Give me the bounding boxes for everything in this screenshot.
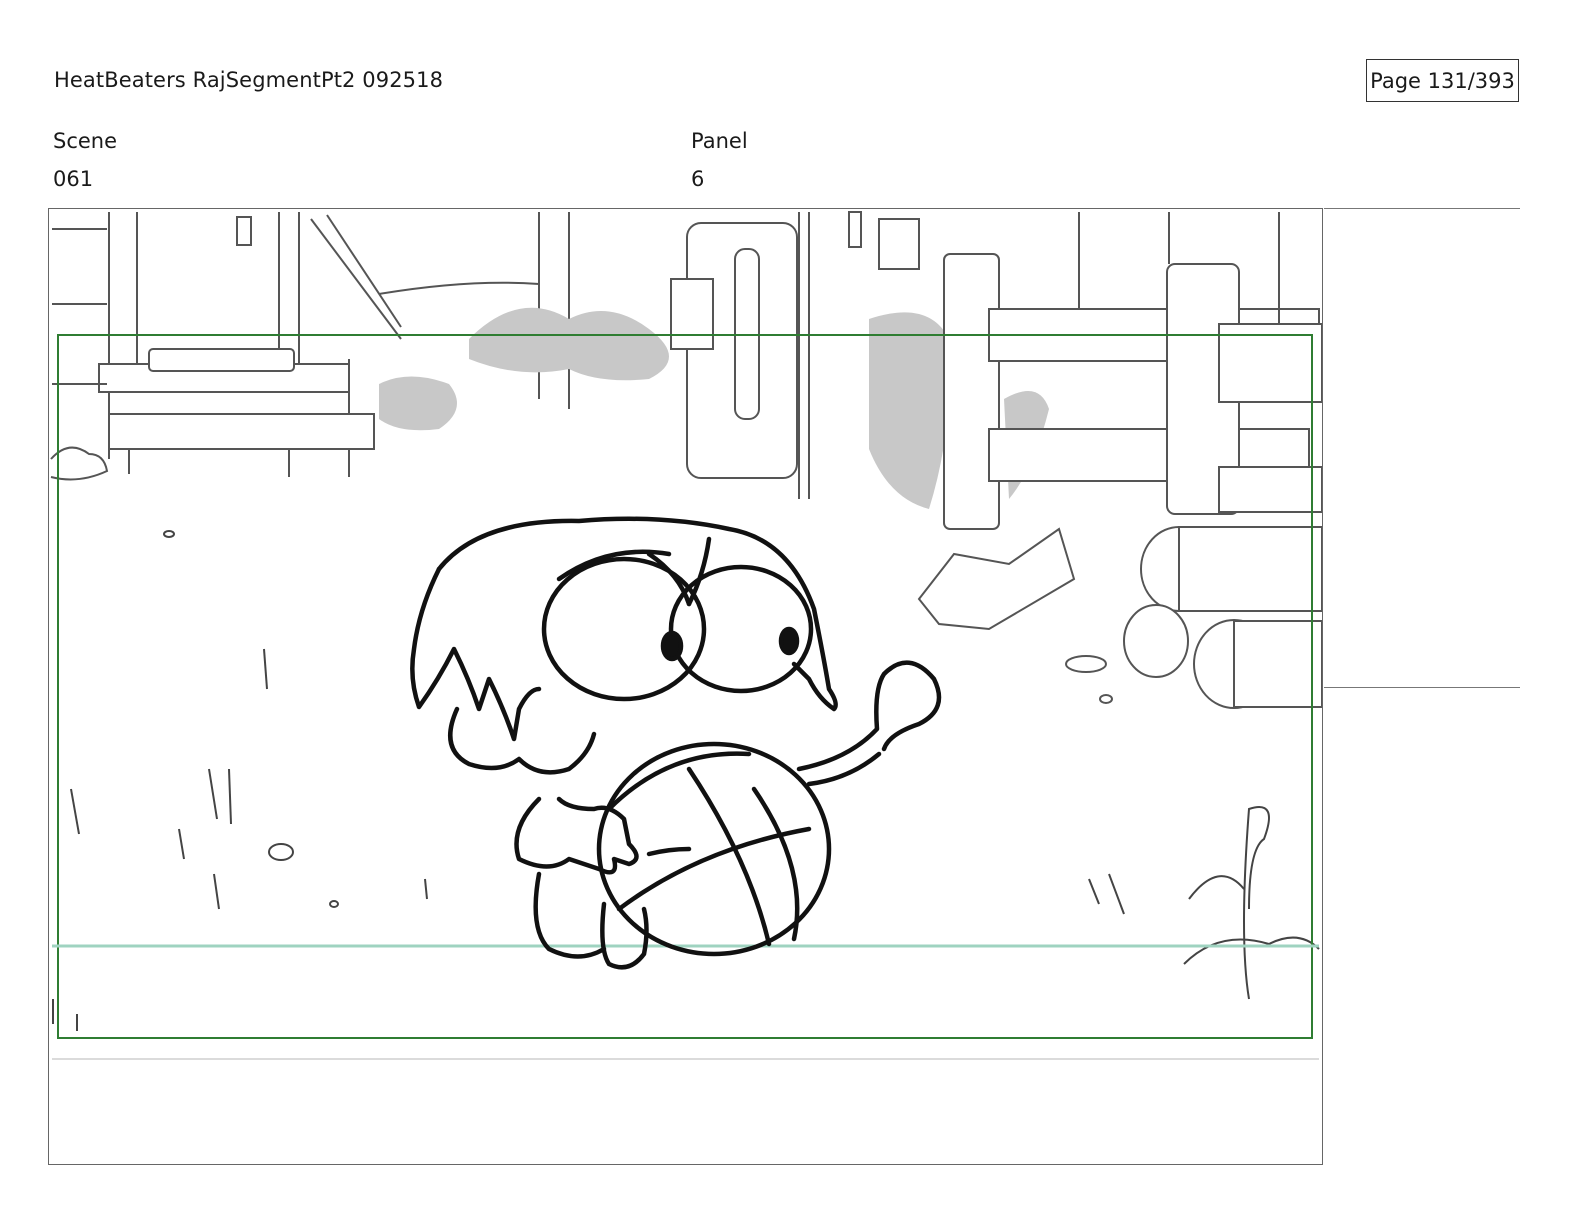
side-divider-bottom: [1324, 687, 1520, 688]
kid-with-ball-drawing: [410, 516, 942, 970]
porch-drawing: [50, 212, 402, 481]
logs-drawing: [917, 526, 1322, 709]
scene-value: 061: [53, 167, 94, 191]
edge-marks: [52, 999, 78, 1031]
side-divider-top: [1324, 208, 1520, 209]
storyboard-frame: [48, 208, 1323, 1165]
storyboard-drawing: [50, 211, 1322, 1060]
ground-scribbles: [70, 530, 1320, 1000]
fence-drawing: [943, 212, 1322, 530]
panel-value: 6: [691, 167, 705, 191]
page-counter: Page 131/393: [1366, 59, 1519, 102]
panel-label: Panel: [691, 129, 748, 153]
document-title: HeatBeaters RajSegmentPt2 092518: [54, 68, 444, 92]
scene-label: Scene: [53, 129, 118, 153]
